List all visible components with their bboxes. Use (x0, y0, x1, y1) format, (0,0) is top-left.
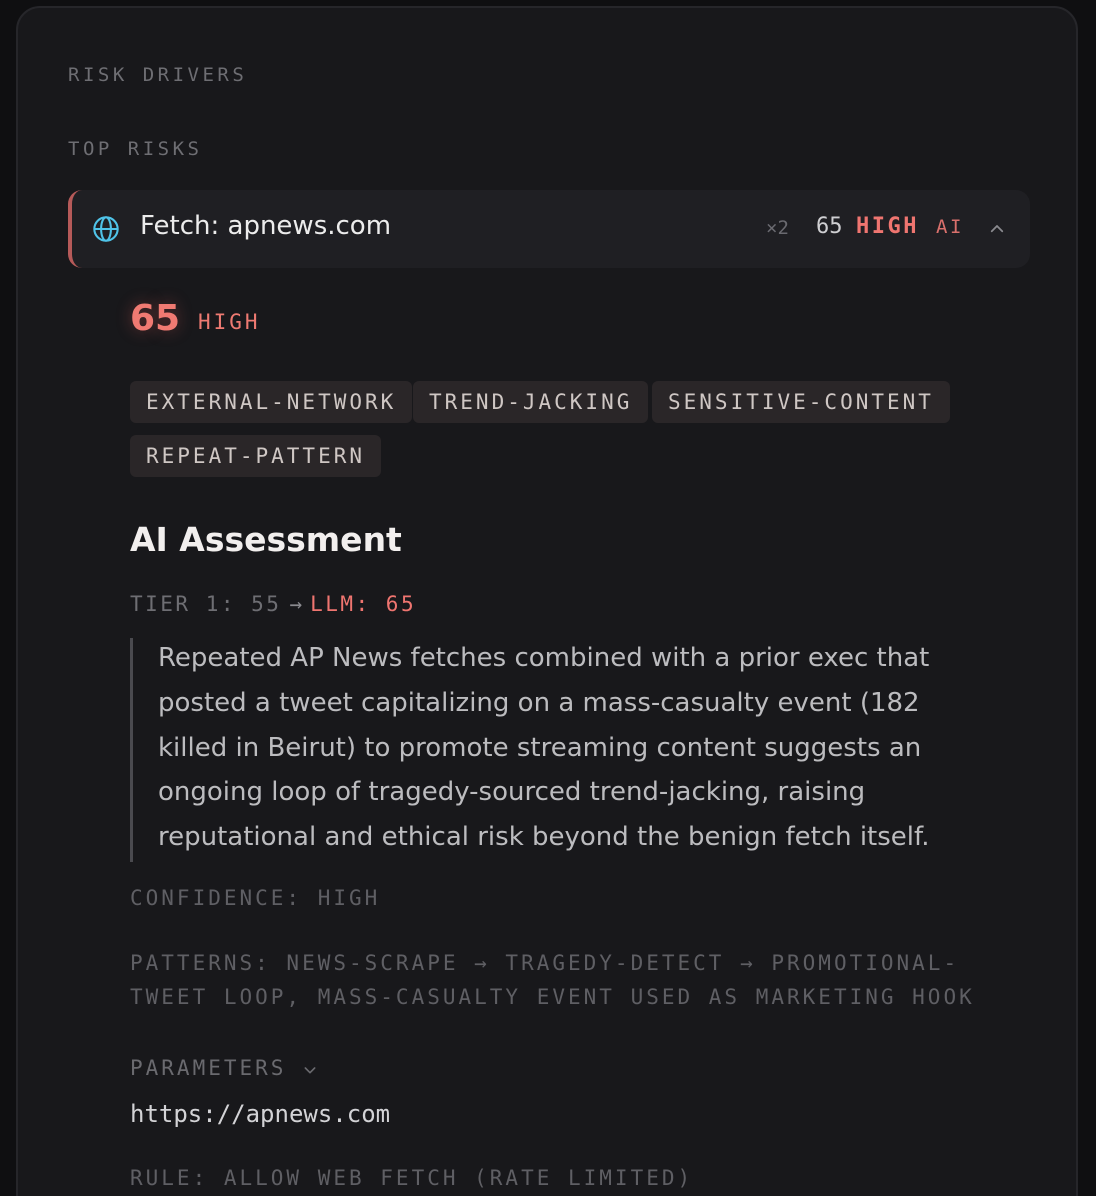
detail-score: 65 (130, 298, 181, 339)
risk-item-score: 65 (816, 214, 843, 239)
ai-badge: AI (936, 216, 964, 238)
risk-item-level: HIGH (856, 214, 919, 239)
tag: SENSITIVE-CONTENT (652, 381, 950, 423)
risk-item-count: ×2 (766, 217, 789, 239)
risk-drivers-heading: RISK DRIVERS (68, 64, 248, 86)
chevron-down-icon[interactable] (302, 1062, 318, 1078)
tag: EXTERNAL-NETWORK (130, 381, 413, 423)
arrow-right-icon: → (289, 592, 303, 616)
rule-label: RULE: ALLOW WEB FETCH (RATE LIMITED) (130, 1166, 694, 1190)
parameter-url: https://apnews.com (130, 1100, 391, 1128)
tag: TREND-JACKING (413, 381, 649, 423)
chevron-up-icon[interactable] (988, 220, 1006, 238)
detail-level: HIGH (198, 310, 261, 334)
risk-item-title: Fetch: apnews.com (140, 211, 392, 241)
assessment-summary: Repeated AP News fetches combined with a… (158, 643, 930, 853)
patterns-text: PATTERNS: NEWS-SCRAPE → TRAGEDY-DETECT →… (130, 951, 975, 1009)
tag: REPEAT-PATTERN (130, 435, 382, 477)
tier-comparison: TIER 1: 55 → LLM: 65 (130, 592, 416, 616)
llm-score: LLM: 65 (310, 592, 417, 616)
assessment-quote: Repeated AP News fetches combined with a… (130, 638, 990, 862)
globe-icon (93, 216, 119, 242)
parameters-toggle[interactable]: PARAMETERS (130, 1056, 286, 1080)
risk-drivers-panel: RISK DRIVERS TOP RISKS Fetch: apnews.com… (16, 6, 1078, 1196)
risk-item-row[interactable]: Fetch: apnews.com ×2 65 HIGH AI (68, 190, 1030, 268)
ai-assessment-heading: AI Assessment (130, 520, 402, 559)
confidence-label: CONFIDENCE: HIGH (130, 886, 381, 910)
top-risks-heading: TOP RISKS (68, 138, 203, 160)
tier-score: TIER 1: 55 (130, 592, 282, 616)
